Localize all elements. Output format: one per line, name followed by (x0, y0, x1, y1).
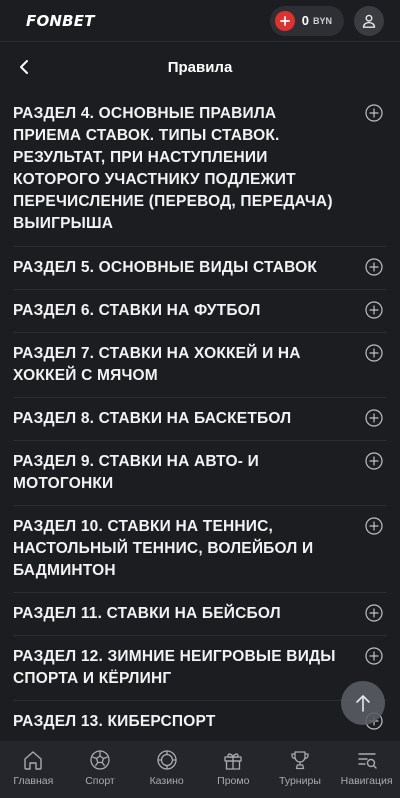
section-item-4[interactable]: РАЗДЕЛ 4. ОСНОВНЫЕ ПРАВИЛА ПРИЕМА СТАВОК… (13, 93, 387, 247)
plus-circle-icon[interactable] (365, 604, 383, 622)
nav-label: Спорт (85, 775, 115, 787)
nav-item-navigation[interactable]: Навигация (334, 748, 400, 787)
nav-item-home[interactable]: Главная (0, 748, 66, 787)
plus-circle-icon[interactable] (365, 301, 383, 319)
bottom-navigation: Главная Спорт Казино Промо Турниры Навиг… (0, 741, 400, 798)
balance-amount: 0 (301, 13, 309, 28)
section-label: РАЗДЕЛ 13. КИБЕРСПОРТ (13, 713, 216, 730)
section-item-8[interactable]: РАЗДЕЛ 8. СТАВКИ НА БАСКЕТБОЛ (13, 398, 387, 441)
nav-label: Промо (217, 775, 250, 787)
chevron-left-icon (20, 60, 28, 74)
plus-circle-icon[interactable] (365, 104, 383, 122)
section-label: РАЗДЕЛ 9. СТАВКИ НА АВТО- И МОТОГОНКИ (13, 453, 259, 492)
fonbet-logo[interactable]: FONBET (26, 12, 95, 30)
section-item-7[interactable]: РАЗДЕЛ 7. СТАВКИ НА ХОККЕЙ И НА ХОККЕЙ С… (13, 333, 387, 398)
nav-item-tournaments[interactable]: Турниры (267, 748, 333, 787)
section-label: РАЗДЕЛ 11. СТАВКИ НА БЕЙСБОЛ (13, 605, 281, 622)
section-label: РАЗДЕЛ 4. ОСНОВНЫЕ ПРАВИЛА ПРИЕМА СТАВОК… (13, 105, 333, 232)
nav-item-promo[interactable]: Промо (200, 748, 266, 787)
section-label: РАЗДЕЛ 7. СТАВКИ НА ХОККЕЙ И НА ХОККЕЙ С… (13, 345, 301, 384)
nav-label: Казино (149, 775, 184, 787)
plus-icon (274, 10, 295, 31)
plus-circle-icon[interactable] (365, 517, 383, 535)
section-item-11[interactable]: РАЗДЕЛ 11. СТАВКИ НА БЕЙСБОЛ (13, 593, 387, 636)
section-label: РАЗДЕЛ 6. СТАВКИ НА ФУТБОЛ (13, 302, 261, 319)
gift-icon (221, 748, 245, 772)
section-item-13[interactable]: РАЗДЕЛ 13. КИБЕРСПОРТ (13, 701, 387, 741)
title-bar: Правила (0, 41, 400, 93)
page-title: Правила (167, 59, 233, 76)
section-label: РАЗДЕЛ 5. ОСНОВНЫЕ ВИДЫ СТАВОК (13, 259, 318, 276)
nav-label: Турниры (279, 775, 321, 787)
section-item-10[interactable]: РАЗДЕЛ 10. СТАВКИ НА ТЕННИС, НАСТОЛЬНЫЙ … (13, 506, 387, 593)
plus-circle-icon[interactable] (365, 258, 383, 276)
casino-chip-icon (155, 748, 179, 772)
top-header: FONBET 0 BYN (0, 0, 400, 41)
app-root: FONBET 0 BYN Правила РАЗДЕЛ 4. ОСНОВНЫЕ … (0, 0, 400, 798)
profile-button[interactable] (354, 5, 384, 36)
section-item-9[interactable]: РАЗДЕЛ 9. СТАВКИ НА АВТО- И МОТОГОНКИ (13, 441, 387, 506)
section-label: РАЗДЕЛ 8. СТАВКИ НА БАСКЕТБОЛ (13, 410, 292, 427)
section-label: РАЗДЕЛ 10. СТАВКИ НА ТЕННИС, НАСТОЛЬНЫЙ … (13, 518, 314, 579)
nav-item-sport[interactable]: Спорт (67, 748, 133, 787)
plus-circle-icon[interactable] (365, 452, 383, 470)
rules-sections-list[interactable]: РАЗДЕЛ 4. ОСНОВНЫЕ ПРАВИЛА ПРИЕМА СТАВОК… (0, 93, 400, 741)
section-item-6[interactable]: РАЗДЕЛ 6. СТАВКИ НА ФУТБОЛ (13, 290, 387, 333)
arrow-up-icon (356, 695, 370, 712)
section-label: РАЗДЕЛ 12. ЗИМНИЕ НЕИГРОВЫЕ ВИДЫ СПОРТА … (13, 648, 336, 687)
balance-currency: BYN (312, 15, 332, 26)
header-actions: 0 BYN (269, 5, 384, 36)
menu-search-icon (355, 748, 379, 772)
section-item-12[interactable]: РАЗДЕЛ 12. ЗИМНИЕ НЕИГРОВЫЕ ВИДЫ СПОРТА … (13, 636, 387, 701)
plus-circle-icon[interactable] (365, 409, 383, 427)
balance-button[interactable]: 0 BYN (269, 5, 344, 36)
user-icon (362, 14, 376, 28)
home-icon (21, 748, 45, 772)
nav-label: Главная (13, 775, 54, 787)
nav-item-casino[interactable]: Казино (134, 748, 200, 787)
back-button[interactable] (12, 55, 36, 79)
trophy-icon (288, 748, 312, 772)
nav-label: Навигация (340, 775, 393, 787)
plus-circle-icon[interactable] (365, 344, 383, 362)
section-item-5[interactable]: РАЗДЕЛ 5. ОСНОВНЫЕ ВИДЫ СТАВОК (13, 247, 387, 290)
plus-circle-icon[interactable] (365, 647, 383, 665)
soccer-ball-icon (88, 748, 112, 772)
scroll-to-top-button[interactable] (341, 681, 385, 725)
